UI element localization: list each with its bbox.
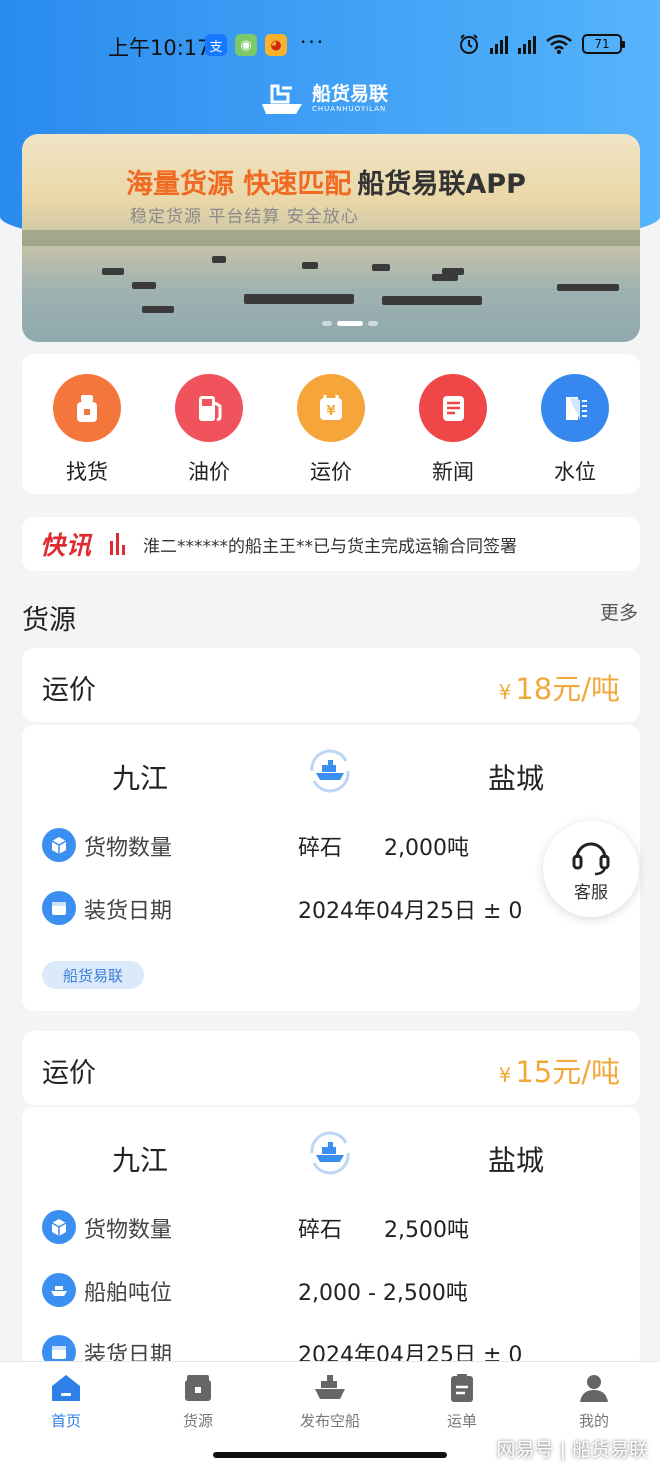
route-origin: 九江 (112, 762, 169, 795)
currency-symbol: ¥ (498, 680, 512, 704)
tab-home[interactable]: 首页 (0, 1362, 132, 1467)
logo-title: 船货易联 (312, 83, 389, 105)
quick-nav-label: 新闻 (432, 460, 474, 484)
banner-subline: 稳定货源 平台结算 安全放心 (130, 207, 359, 227)
publish-ship-icon (315, 1375, 345, 1399)
fuel-pump-icon (175, 374, 243, 442)
news-text: 淮二******的船主王**已与货主完成运输合同签署 (143, 536, 518, 557)
status-time: 上午10:17 (108, 36, 211, 60)
banner-headline-dark: 船货易联APP (357, 169, 526, 200)
quick-nav-find-cargo[interactable]: 找货 (37, 354, 137, 494)
row-value: 碎石 2,500吨 (298, 1218, 469, 1243)
banner-headline-orange: 海量货源 快速匹配 (126, 169, 352, 200)
row-label: 船舶吨位 (84, 1281, 173, 1306)
row-label: 货物数量 (84, 836, 173, 861)
news-ticker[interactable]: 快讯 淮二******的船主王**已与货主完成运输合同签署 (22, 517, 640, 571)
logo-subtitle: CHUANHUOYILAN (312, 105, 387, 113)
calendar-icon (42, 891, 76, 925)
source-tag: 船货易联 (42, 961, 144, 989)
signal-icon-2 (518, 34, 536, 54)
customer-service-label: 客服 (574, 882, 608, 903)
svg-text:¥: ¥ (326, 404, 335, 419)
quick-nav-oil-price[interactable]: 油价 (159, 354, 259, 494)
cargo-box-icon (42, 1210, 76, 1244)
profile-icon (580, 1375, 608, 1402)
news-tag: 快讯 (40, 531, 93, 560)
headset-icon (572, 842, 610, 875)
route-origin: 九江 (112, 1144, 169, 1177)
watermark: 网易号 | 船货易联 (496, 1439, 648, 1461)
row-value: 2024年04月25日 ± 0 (298, 899, 523, 924)
route-ship-icon (310, 1131, 350, 1175)
price-amount: 15元/吨 (515, 1055, 620, 1089)
tab-label: 货源 (182, 1412, 213, 1430)
price-amount: 18元/吨 (515, 672, 620, 706)
news-icon (419, 374, 487, 442)
tab-label: 我的 (578, 1412, 609, 1430)
ship-icon (42, 1273, 76, 1307)
customer-service-button[interactable]: 客服 (543, 821, 639, 917)
route-destination: 盐城 (488, 1144, 545, 1177)
battery-icon: 71 (582, 34, 625, 54)
price-card[interactable]: 运价 ¥18元/吨 (22, 648, 640, 722)
alarm-icon (460, 34, 478, 54)
row-label: 装货日期 (84, 899, 173, 924)
info-row: 货物数量 碎石 2,500吨 (42, 1208, 622, 1244)
status-bar: 上午10:17 支 ◉ ◕ ··· 71 (0, 28, 660, 64)
app-notify-icon: ◉ (235, 34, 257, 56)
price-tag-icon: ¥ (297, 374, 365, 442)
cargo-box-icon (42, 828, 76, 862)
app-logo: 船货易联 CHUANHUOYILAN (258, 80, 388, 116)
banner-headline: 海量货源 快速匹配 船货易联APP (126, 162, 526, 201)
promo-banner[interactable]: 海量货源 快速匹配 船货易联APP 稳定货源 平台结算 安全放心 (22, 134, 640, 342)
more-link[interactable]: 更多 (600, 598, 638, 625)
route-destination: 盐城 (488, 762, 545, 795)
price-label: 运价 (42, 675, 96, 706)
quick-nav-label: 找货 (66, 460, 108, 484)
price-value: ¥18元/吨 (499, 666, 620, 708)
banner-pagination (322, 321, 378, 326)
quick-nav: 找货 油价 ¥ 运价 新闻 水位 (22, 354, 640, 494)
wifi-icon (546, 34, 572, 54)
home-icon (52, 1375, 80, 1401)
price-value: ¥15元/吨 (499, 1049, 620, 1091)
banner-shoreline (22, 230, 640, 246)
weibo-icon: ◕ (265, 34, 287, 56)
row-value: 2,000 - 2,500吨 (298, 1281, 468, 1306)
price-label: 运价 (42, 1058, 96, 1089)
tab-label: 运单 (446, 1412, 477, 1430)
quick-nav-news[interactable]: 新闻 (403, 354, 503, 494)
info-row: 货物数量 碎石 2,000吨 (42, 826, 622, 862)
status-indicators: 71 (458, 33, 625, 55)
ship-logo-icon (262, 84, 302, 114)
quick-nav-freight-rate[interactable]: ¥ 运价 (281, 354, 381, 494)
section-title: 货源 (22, 605, 76, 636)
news-bars-icon (110, 533, 126, 555)
water-level-icon (541, 374, 609, 442)
row-value: 碎石 2,000吨 (298, 836, 469, 861)
tab-label: 首页 (50, 1412, 81, 1430)
quick-nav-label: 油价 (188, 460, 230, 484)
quick-nav-label: 运价 (310, 460, 352, 484)
signal-icon (490, 34, 508, 54)
status-app-icons: 支 ◉ ◕ (205, 34, 287, 56)
home-indicator[interactable] (213, 1452, 447, 1458)
route-ship-icon (310, 749, 350, 793)
tab-label: 发布空船 (299, 1412, 360, 1430)
quick-nav-label: 水位 (554, 460, 596, 484)
price-card[interactable]: 运价 ¥15元/吨 (22, 1031, 640, 1105)
info-row: 船舶吨位 2,000 - 2,500吨 (42, 1271, 622, 1307)
cargo-source-icon (185, 1375, 211, 1401)
quick-nav-water-level[interactable]: 水位 (525, 354, 625, 494)
alipay-icon: 支 (205, 34, 227, 56)
cargo-card[interactable]: 九江 盐城 货物数量 碎石 2,500吨 船舶吨位 2,000 - 2,500吨… (22, 1107, 640, 1369)
more-notifications-icon: ··· (300, 30, 326, 54)
cargo-bag-icon (53, 374, 121, 442)
waybill-icon (451, 1374, 473, 1402)
info-row: 装货日期 2024年04月25日 ± 0 (42, 889, 622, 925)
currency-symbol: ¥ (498, 1063, 512, 1087)
row-label: 货物数量 (84, 1218, 173, 1243)
